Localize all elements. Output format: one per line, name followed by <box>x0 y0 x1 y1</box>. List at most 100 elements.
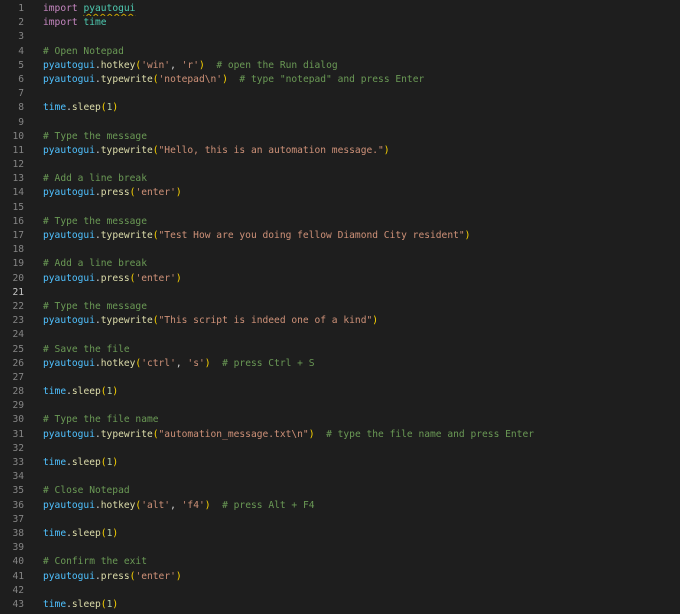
line-code[interactable]: pyautogui.typewrite("automation_message.… <box>24 428 680 442</box>
code-token: 'f4' <box>181 499 205 511</box>
code-token: 'enter' <box>135 272 176 284</box>
line-code[interactable]: # Close Notepad <box>24 484 680 498</box>
code-line[interactable]: 26 pyautogui.hotkey('ctrl', 's') # press … <box>0 357 680 371</box>
line-code[interactable] <box>24 584 680 598</box>
code-line[interactable]: 21 <box>0 286 680 300</box>
line-code[interactable] <box>24 158 680 172</box>
line-code[interactable]: pyautogui.typewrite("Test How are you do… <box>24 229 680 243</box>
code-line[interactable]: 20 pyautogui.press('enter') <box>0 272 680 286</box>
code-line[interactable]: 14 pyautogui.press('enter') <box>0 186 680 200</box>
line-code[interactable]: time.sleep(1) <box>24 385 680 399</box>
code-token: # press Ctrl + S <box>222 357 315 369</box>
code-line[interactable]: 18 <box>0 243 680 257</box>
line-code[interactable] <box>24 116 680 130</box>
line-code[interactable]: pyautogui.hotkey('ctrl', 's') # press Ct… <box>24 357 680 371</box>
code-token: import <box>43 17 84 29</box>
line-number: 42 <box>12 584 24 596</box>
code-line[interactable]: 6 pyautogui.typewrite('notepad\n') # type… <box>0 73 680 87</box>
line-code[interactable]: # Type the file name <box>24 413 680 427</box>
code-line[interactable]: 42 <box>0 584 680 598</box>
code-line[interactable]: 25 # Save the file <box>0 343 680 357</box>
code-line[interactable]: 37 <box>0 513 680 527</box>
line-code[interactable] <box>24 513 680 527</box>
code-line[interactable]: 39 <box>0 541 680 555</box>
code-line[interactable]: 43 time.sleep(1) <box>0 598 680 612</box>
code-line[interactable]: 38 time.sleep(1) <box>0 527 680 541</box>
code-line[interactable]: 30 # Type the file name <box>0 413 680 427</box>
code-token: hotkey <box>100 357 136 369</box>
editor-lines[interactable]: 1 import pyautogui 2 import time 3 4 # Open No… <box>0 2 680 612</box>
line-code[interactable] <box>24 30 680 44</box>
line-code[interactable]: # Add a line break <box>24 257 680 271</box>
line-code[interactable] <box>24 470 680 484</box>
line-code[interactable] <box>24 399 680 413</box>
code-line[interactable]: 10 # Type the message <box>0 130 680 144</box>
code-line[interactable]: 36 pyautogui.hotkey('alt', 'f4') # press … <box>0 499 680 513</box>
line-code[interactable]: time.sleep(1) <box>24 527 680 541</box>
line-code[interactable] <box>24 371 680 385</box>
code-line[interactable]: 35 # Close Notepad <box>0 484 680 498</box>
code-line[interactable]: 1 import pyautogui <box>0 2 680 16</box>
code-line[interactable]: 5 pyautogui.hotkey('win', 'r') # open the… <box>0 59 680 73</box>
line-code[interactable]: pyautogui.hotkey('alt', 'f4') # press Al… <box>24 499 680 513</box>
line-code[interactable]: pyautogui.press('enter') <box>24 272 680 286</box>
line-code[interactable] <box>24 87 680 101</box>
code-line[interactable]: 7 <box>0 87 680 101</box>
line-code[interactable]: import pyautogui <box>24 2 680 16</box>
line-code[interactable]: # Add a line break <box>24 172 680 186</box>
line-code[interactable]: time.sleep(1) <box>24 101 680 115</box>
code-line[interactable]: 27 <box>0 371 680 385</box>
line-code[interactable]: pyautogui.typewrite("Hello, this is an a… <box>24 144 680 158</box>
code-line[interactable]: 3 <box>0 30 680 44</box>
code-token: # Add a line break <box>43 258 147 270</box>
code-line[interactable]: 33 time.sleep(1) <box>0 456 680 470</box>
line-code[interactable] <box>24 541 680 555</box>
code-line[interactable]: 8 time.sleep(1) <box>0 101 680 115</box>
line-code[interactable] <box>24 442 680 456</box>
code-line[interactable]: 19 # Add a line break <box>0 257 680 271</box>
line-code[interactable]: pyautogui.typewrite('notepad\n') # type … <box>24 73 680 87</box>
code-line[interactable]: 32 <box>0 442 680 456</box>
code-line[interactable]: 34 <box>0 470 680 484</box>
code-token: pyautogui <box>43 272 95 284</box>
line-code[interactable] <box>24 286 680 300</box>
line-code[interactable]: time.sleep(1) <box>24 598 680 612</box>
code-line[interactable]: 13 # Add a line break <box>0 172 680 186</box>
line-code[interactable]: # Type the message <box>24 215 680 229</box>
code-line[interactable]: 4 # Open Notepad <box>0 45 680 59</box>
code-line[interactable]: 24 <box>0 328 680 342</box>
code-line[interactable]: 17 pyautogui.typewrite("Test How are you … <box>0 229 680 243</box>
code-line[interactable]: 28 time.sleep(1) <box>0 385 680 399</box>
line-code[interactable]: pyautogui.press('enter') <box>24 570 680 584</box>
line-code[interactable]: pyautogui.hotkey('win', 'r') # open the … <box>24 59 680 73</box>
line-code[interactable] <box>24 201 680 215</box>
code-line[interactable]: 31 pyautogui.typewrite("automation_messag… <box>0 428 680 442</box>
code-line[interactable]: 15 <box>0 201 680 215</box>
code-line[interactable]: 2 import time <box>0 16 680 30</box>
line-code[interactable]: time.sleep(1) <box>24 456 680 470</box>
code-line[interactable]: 41 pyautogui.press('enter') <box>0 570 680 584</box>
line-code[interactable] <box>24 243 680 257</box>
line-code[interactable]: # Save the file <box>24 343 680 357</box>
code-line[interactable]: 11 pyautogui.typewrite("Hello, this is an… <box>0 144 680 158</box>
code-line[interactable]: 12 <box>0 158 680 172</box>
code-token: 'ctrl' <box>141 357 176 369</box>
code-token: ) <box>464 230 471 241</box>
line-code[interactable]: pyautogui.typewrite("This script is inde… <box>24 314 680 328</box>
line-code[interactable] <box>24 328 680 342</box>
code-line[interactable]: 16 # Type the message <box>0 215 680 229</box>
code-token: 'r' <box>181 59 199 71</box>
code-token: pyautogui <box>43 230 95 241</box>
code-line[interactable]: 23 pyautogui.typewrite("This script is in… <box>0 314 680 328</box>
code-line[interactable]: 22 # Type the message <box>0 300 680 314</box>
code-editor[interactable]: 1 import pyautogui 2 import time 3 4 # Open No… <box>0 0 680 614</box>
line-code[interactable]: import time <box>24 16 680 30</box>
line-code[interactable]: # Confirm the exit <box>24 555 680 569</box>
code-line[interactable]: 40 # Confirm the exit <box>0 555 680 569</box>
line-code[interactable]: # Open Notepad <box>24 45 680 59</box>
code-line[interactable]: 29 <box>0 399 680 413</box>
line-code[interactable]: pyautogui.press('enter') <box>24 186 680 200</box>
line-code[interactable]: # Type the message <box>24 300 680 314</box>
code-line[interactable]: 9 <box>0 116 680 130</box>
line-code[interactable]: # Type the message <box>24 130 680 144</box>
